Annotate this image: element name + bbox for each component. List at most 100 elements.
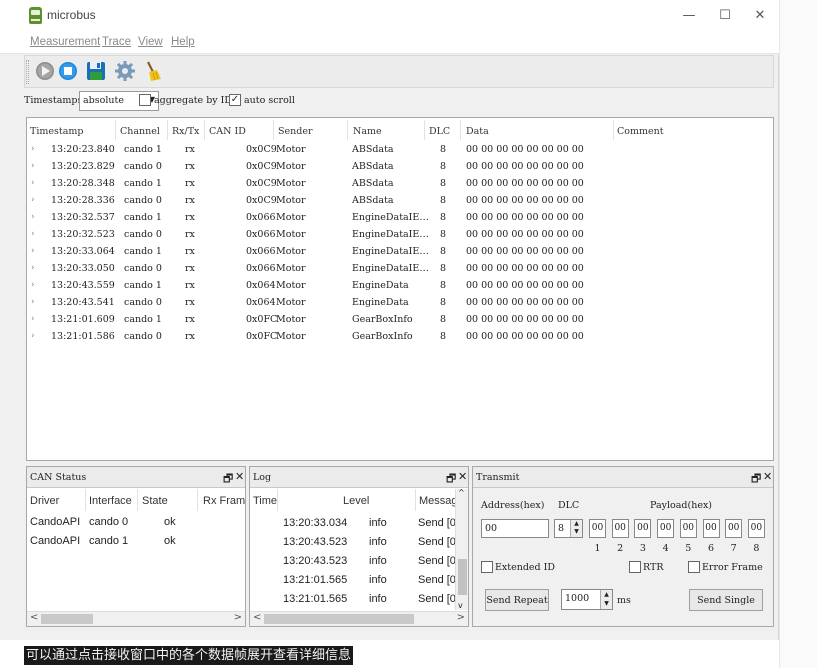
bus-icon [29,7,42,24]
table-row[interactable]: › 13:20:32.523 cando 0 rx 0x066 Motor EngineDa… [27,229,773,246]
col-data[interactable]: Data [466,126,489,137]
payload-byte-input[interactable]: 00 [611,519,629,538]
scroll-right-icon[interactable]: > [234,612,242,623]
float-icon[interactable]: 🗗 [223,470,233,489]
broom-icon[interactable] [142,60,164,82]
col-level[interactable]: Level [343,495,369,507]
expand-chevron-icon[interactable]: › [31,314,35,324]
autoscroll-checkbox[interactable]: ✓ [229,94,241,106]
close-icon[interactable]: ✕ [458,470,467,483]
table-row[interactable]: › 13:20:32.537 cando 1 rx 0x066 Motor EngineDa… [27,212,773,229]
col-time[interactable]: Time [253,495,277,507]
toolbar-grip[interactable] [26,60,29,84]
toolbar [24,55,774,88]
table-row[interactable]: › 13:20:23.829 cando 0 rx 0x0C9 Motor ABSdata 8… [27,161,773,178]
gear-icon[interactable] [114,60,136,82]
table-row[interactable]: › 13:20:43.559 cando 1 rx 0x064 Motor EngineDa… [27,280,773,297]
expand-chevron-icon[interactable]: › [31,144,35,154]
play-icon[interactable] [34,60,56,82]
close-icon[interactable]: ✕ [763,470,772,483]
col-channel[interactable]: Channel [120,126,160,137]
menu-view[interactable]: View [138,36,163,48]
log-vscrollbar[interactable]: ^ v [455,488,468,610]
dlc-spinbox[interactable]: 8 ▲ ▼ [554,519,583,538]
can-status-hscrollbar[interactable]: < > [27,611,245,626]
close-window-button[interactable]: ✕ [750,6,770,26]
save-icon[interactable] [85,60,107,82]
col-interface[interactable]: Interface [89,495,132,507]
payload-byte-input[interactable]: 00 [702,519,720,538]
table-row[interactable]: › 13:20:23.840 cando 1 rx 0x0C9 Motor ABSdata 8… [27,144,773,161]
float-icon[interactable]: 🗗 [446,470,456,489]
log-message: Send [00 [418,517,456,529]
col-sender[interactable]: Sender [278,126,313,137]
cell-dlc: 8 [440,331,447,342]
col-driver[interactable]: Driver [30,495,59,507]
expand-chevron-icon[interactable]: › [31,195,35,205]
scroll-right-icon[interactable]: > [457,612,465,623]
cell-timestamp: 13:20:43.541 [51,297,115,308]
scroll-down-icon[interactable]: v [458,601,463,610]
menu-trace[interactable]: Trace [102,36,131,48]
scroll-thumb[interactable] [41,614,93,624]
col-rxtx[interactable]: Rx/Tx [172,126,199,137]
table-row[interactable]: › 13:20:33.050 cando 0 rx 0x066 Motor EngineDa… [27,263,773,280]
expand-chevron-icon[interactable]: › [31,161,35,171]
aggregate-checkbox[interactable] [139,94,151,106]
table-row[interactable]: › 13:20:28.348 cando 1 rx 0x0C9 Motor ABSdata 8… [27,178,773,195]
payload-byte-input[interactable]: 00 [589,519,606,538]
error-frame-checkbox[interactable] [688,561,700,573]
minimize-button[interactable]: — [679,6,699,26]
table-row[interactable]: › 13:21:01.609 cando 1 rx 0x0FC Motor GearBoxI… [27,314,773,331]
scroll-thumb[interactable] [264,614,414,624]
menu-help[interactable]: Help [171,36,195,48]
expand-chevron-icon[interactable]: › [31,212,35,222]
payload-byte-input[interactable]: 00 [725,519,743,538]
payload-byte-input[interactable]: 00 [634,519,652,538]
menu-measurement[interactable]: Measurement [30,36,100,48]
table-row[interactable]: › 13:21:01.586 cando 0 rx 0x0FC Motor GearBoxI… [27,331,773,348]
log-hscrollbar[interactable]: < > [250,611,468,626]
col-message[interactable]: Message [419,495,455,507]
col-state[interactable]: State [142,495,168,507]
stop-icon[interactable] [57,60,79,82]
rtr-checkbox[interactable] [629,561,641,573]
col-dlc[interactable]: DLC [429,126,450,137]
scroll-thumb[interactable] [458,559,467,595]
spin-arrows-icon[interactable]: ▲ ▼ [600,590,612,609]
float-icon[interactable]: 🗗 [751,470,761,489]
scroll-left-icon[interactable]: < [253,612,261,623]
table-row[interactable]: › 13:20:28.336 cando 0 rx 0x0C9 Motor ABSdata 8… [27,195,773,212]
maximize-button[interactable]: ☐ [715,6,735,26]
payload-byte-input[interactable]: 00 [747,519,765,538]
scroll-up-icon[interactable]: ^ [458,488,465,497]
cell-channel: cando 0 [124,331,162,342]
expand-chevron-icon[interactable]: › [31,331,35,341]
scroll-left-icon[interactable]: < [30,612,38,623]
col-comment[interactable]: Comment [617,126,664,137]
expand-chevron-icon[interactable]: › [31,178,35,188]
expand-chevron-icon[interactable]: › [31,280,35,290]
spin-arrows-icon[interactable]: ▲ ▼ [570,520,582,537]
payload-label: Payload(hex) [650,500,713,511]
timestamps-label: Timestamps: [24,95,86,106]
col-can-id[interactable]: CAN ID [209,126,246,137]
address-input[interactable]: 00 [481,519,549,538]
table-row[interactable]: › 13:20:33.064 cando 1 rx 0x066 Motor EngineDa… [27,246,773,263]
payload-byte-input[interactable]: 00 [657,519,675,538]
expand-chevron-icon[interactable]: › [31,263,35,273]
payload-byte-input[interactable]: 00 [679,519,697,538]
col-rx-frames[interactable]: Rx Frames [203,495,245,507]
close-icon[interactable]: ✕ [235,470,244,483]
interval-spinbox[interactable]: 1000 ▲ ▼ [561,589,613,610]
col-name[interactable]: Name [353,126,382,137]
expand-chevron-icon[interactable]: › [31,246,35,256]
table-row[interactable]: › 13:20:43.541 cando 0 rx 0x064 Motor EngineDa… [27,297,773,314]
send-repeat-button[interactable]: Send Repeat [485,589,549,611]
expand-chevron-icon[interactable]: › [31,297,35,307]
extended-id-checkbox[interactable] [481,561,493,573]
interval-value: 1000 [565,593,590,604]
col-timestamp[interactable]: Timestamp [30,126,83,137]
send-single-button[interactable]: Send Single [689,589,763,611]
expand-chevron-icon[interactable]: › [31,229,35,239]
